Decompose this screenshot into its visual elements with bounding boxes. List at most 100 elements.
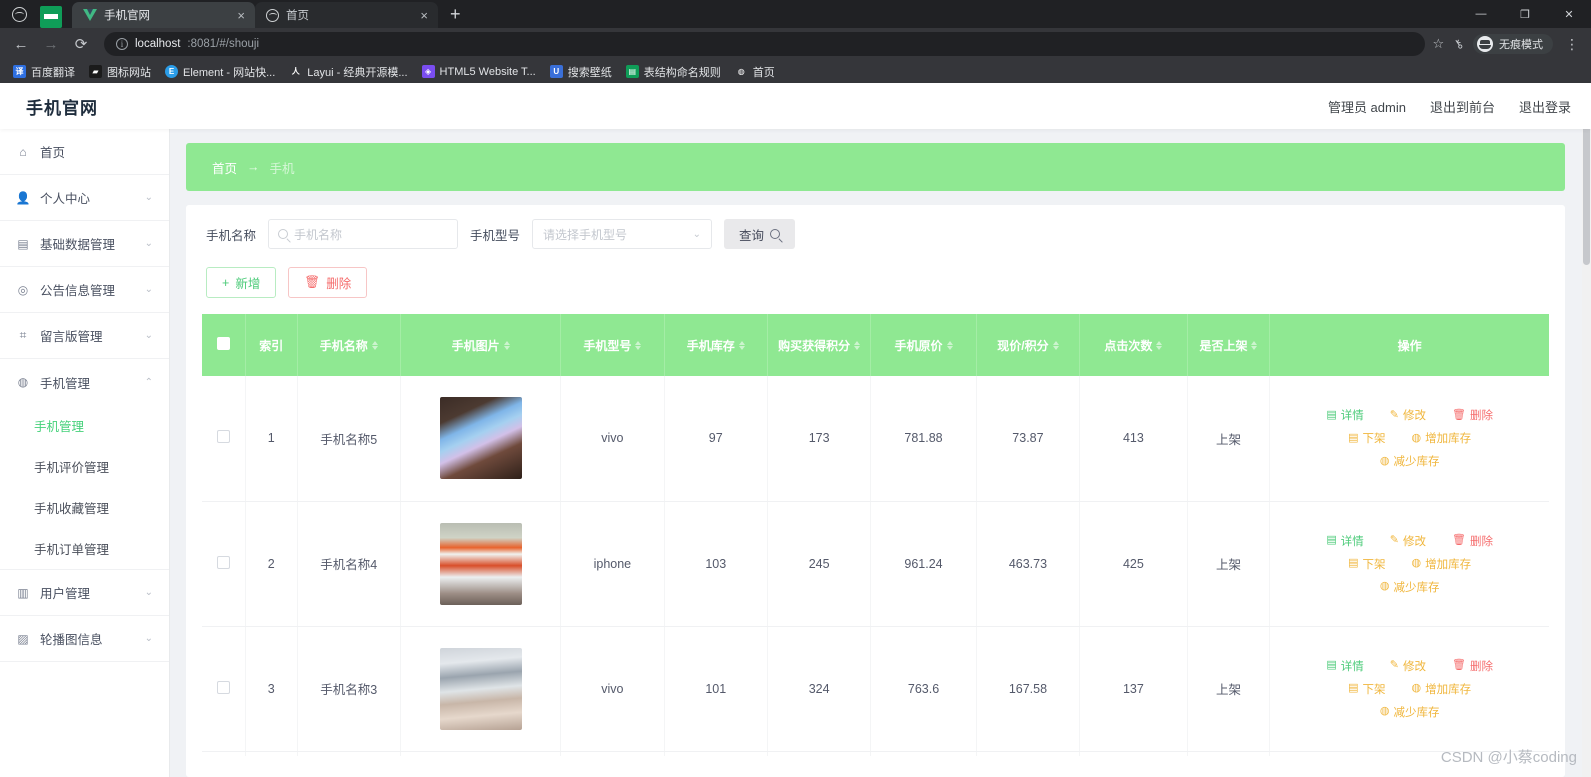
- sort-icon[interactable]: [1052, 340, 1059, 350]
- row-select-cell[interactable]: [202, 626, 246, 752]
- col-onsale[interactable]: 是否上架: [1187, 314, 1271, 376]
- sidebar-item-basic-data[interactable]: ▤ 基础数据管理 ⌄: [0, 221, 169, 267]
- phone-thumbnail[interactable]: [439, 522, 522, 605]
- bookmark-item[interactable]: U 搜索壁纸: [543, 62, 619, 82]
- delete-button[interactable]: 🗑 删除: [1452, 658, 1493, 674]
- logout-link[interactable]: 退出登录: [1519, 97, 1571, 116]
- col-model[interactable]: 手机型号: [560, 314, 665, 376]
- row-checkbox[interactable]: [216, 555, 230, 569]
- sub-stock-label: 减少库存: [1393, 456, 1440, 469]
- col-image[interactable]: 手机图片: [400, 314, 562, 376]
- table-row[interactable]: 2 手机名称4 iphone 103 245 961.24 463.73 425…: [202, 501, 1549, 627]
- phone-thumbnail[interactable]: [439, 397, 522, 480]
- reload-icon[interactable]: ⟳: [66, 30, 96, 58]
- sidebar-item-home[interactable]: ⌂ 首页: [0, 129, 169, 175]
- detail-button[interactable]: ▤ 详情: [1326, 533, 1363, 549]
- bookmark-item[interactable]: ◍ 首页: [728, 62, 782, 82]
- delete-button[interactable]: 🗑 删除: [1452, 407, 1493, 423]
- col-points[interactable]: 购买获得积分: [767, 314, 872, 376]
- sidebar-subitem-phone-review[interactable]: 手机评价管理: [0, 446, 169, 487]
- sidebar-item-carousel[interactable]: ▨ 轮播图信息 ⌄: [0, 616, 169, 662]
- add-stock-button[interactable]: ◍ 增加库存: [1412, 556, 1472, 572]
- tab-shouji[interactable]: 手机官网 ×: [72, 2, 255, 28]
- edit-button[interactable]: ✎ 修改: [1390, 407, 1426, 423]
- tab-index[interactable]: 首页 ×: [255, 2, 438, 28]
- delete-button[interactable]: 🗑 删除: [1452, 533, 1493, 549]
- address-bar[interactable]: i localhost:8081/#/shouji: [104, 32, 1425, 56]
- bookmark-item[interactable]: 译百度翻译: [6, 62, 82, 82]
- sub-stock-button[interactable]: ◍ 减少库存: [1380, 579, 1440, 595]
- new-tab-button[interactable]: +: [450, 4, 461, 25]
- phone-name-input[interactable]: 手机名称: [268, 219, 459, 249]
- row-checkbox[interactable]: [216, 430, 230, 444]
- maximize-button[interactable]: ❐: [1503, 0, 1547, 28]
- sort-icon[interactable]: [1156, 340, 1163, 350]
- col-price[interactable]: 手机原价: [870, 314, 977, 376]
- close-window-button[interactable]: ✕: [1547, 0, 1591, 28]
- info-icon[interactable]: i: [116, 38, 128, 50]
- row-select-cell[interactable]: [202, 751, 246, 756]
- sidebar-item-message-board[interactable]: ⌗ 留言版管理 ⌄: [0, 313, 169, 359]
- bookmark-item[interactable]: ▤ 表结构命名规则: [619, 62, 728, 82]
- edit-button[interactable]: ✎ 修改: [1390, 658, 1426, 674]
- col-current-price[interactable]: 现价/积分: [976, 314, 1081, 376]
- offshelf-button[interactable]: ▤ 下架: [1348, 556, 1385, 572]
- sidebar-item-personal-center[interactable]: 👤 个人中心 ⌄: [0, 175, 169, 221]
- offshelf-button[interactable]: ▤ 下架: [1348, 681, 1385, 697]
- sort-icon[interactable]: [371, 340, 378, 350]
- incognito-badge[interactable]: 无痕模式: [1473, 34, 1553, 54]
- sidebar-item-user-management[interactable]: ▥ 用户管理 ⌄: [0, 570, 169, 616]
- batch-delete-button[interactable]: 🗑 删除: [288, 267, 368, 298]
- row-checkbox[interactable]: [216, 680, 230, 694]
- sort-icon[interactable]: [738, 340, 745, 350]
- col-clicks[interactable]: 点击次数: [1079, 314, 1188, 376]
- forward-icon[interactable]: →: [36, 30, 66, 58]
- detail-button[interactable]: ▤ 详情: [1326, 658, 1363, 674]
- sort-icon[interactable]: [635, 340, 642, 350]
- add-button[interactable]: + 新增: [206, 267, 277, 298]
- detail-button[interactable]: ▤ 详情: [1326, 407, 1363, 423]
- select-all-checkbox[interactable]: [216, 337, 230, 350]
- close-icon[interactable]: ×: [418, 9, 430, 22]
- phone-thumbnail[interactable]: [439, 647, 522, 730]
- page-scrollbar-track[interactable]: [1582, 83, 1591, 777]
- key-icon[interactable]: ⚷: [1451, 36, 1466, 53]
- sub-stock-button[interactable]: ◍ 减少库存: [1380, 453, 1440, 469]
- col-stock[interactable]: 手机库存: [664, 314, 768, 376]
- sort-icon[interactable]: [1251, 340, 1258, 350]
- sidebar-item-phone-management[interactable]: ◍ 手机管理 ⌃: [0, 359, 169, 405]
- edit-button[interactable]: ✎ 修改: [1390, 533, 1426, 549]
- sidebar-item-announcement[interactable]: ◎ 公告信息管理 ⌄: [0, 267, 169, 313]
- table-row[interactable]: 1 手机名称5 vivo 97 173 781.88 73.87 413 上架: [202, 376, 1549, 502]
- exit-to-frontend-link[interactable]: 退出到前台: [1430, 97, 1495, 116]
- bookmark-item[interactable]: ◈ HTML5 Website T...: [415, 63, 543, 80]
- add-stock-button[interactable]: ◍ 增加库存: [1412, 430, 1472, 446]
- row-select-cell[interactable]: [202, 376, 246, 502]
- sidebar-subitem-phone-management[interactable]: 手机管理: [0, 405, 169, 446]
- minimize-button[interactable]: —: [1459, 0, 1503, 28]
- back-icon[interactable]: ←: [6, 30, 36, 58]
- col-name[interactable]: 手机名称: [297, 314, 401, 376]
- sort-icon[interactable]: [854, 340, 861, 350]
- close-icon[interactable]: ×: [235, 9, 247, 22]
- sub-stock-button[interactable]: ◍ 减少库存: [1380, 704, 1440, 720]
- breadcrumb-home[interactable]: 首页: [212, 158, 237, 177]
- sidebar-subitem-phone-favorite[interactable]: 手机收藏管理: [0, 487, 169, 528]
- bookmark-item[interactable]: ▰ 图标网站: [82, 62, 158, 82]
- menu-icon[interactable]: ⋮: [1563, 36, 1581, 51]
- add-stock-button[interactable]: ◍ 增加库存: [1412, 681, 1472, 697]
- query-button[interactable]: 查询: [724, 219, 796, 249]
- phone-model-select[interactable]: 请选择手机型号 ⌄: [532, 219, 713, 249]
- select-all-header[interactable]: [202, 314, 246, 376]
- sidebar-subitem-phone-order[interactable]: 手机订单管理: [0, 528, 169, 569]
- table-row-partial[interactable]: [202, 751, 1549, 756]
- bookmark-item[interactable]: E Element - 网站快...: [158, 62, 282, 82]
- star-icon[interactable]: ☆: [1433, 36, 1445, 52]
- row-select-cell[interactable]: [202, 501, 246, 627]
- table-row[interactable]: 3 手机名称3 vivo 101 324 763.6 167.58 137 上架: [202, 626, 1549, 752]
- offshelf-button[interactable]: ▤ 下架: [1348, 430, 1385, 446]
- sort-icon[interactable]: [946, 340, 953, 350]
- extension-icon[interactable]: [40, 6, 62, 28]
- bookmark-item[interactable]: 人 Layui - 经典开源模...: [282, 62, 414, 82]
- sort-icon[interactable]: [503, 340, 510, 350]
